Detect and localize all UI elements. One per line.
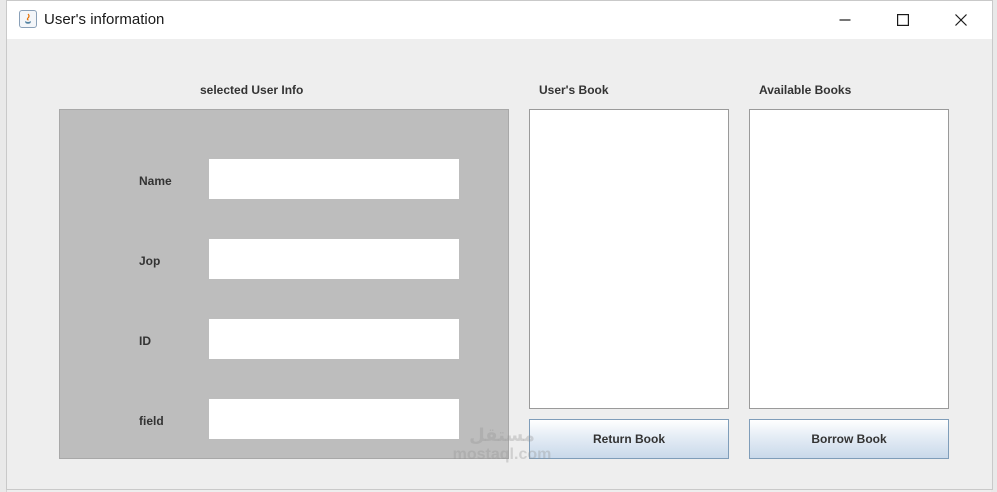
id-label: ID bbox=[139, 334, 151, 348]
user-info-heading: selected User Info bbox=[200, 83, 304, 97]
close-button[interactable] bbox=[938, 1, 984, 39]
job-field[interactable] bbox=[209, 239, 459, 279]
return-book-button[interactable]: Return Book bbox=[529, 419, 729, 459]
users-information-window: User's information selected User Info Us… bbox=[6, 0, 993, 490]
users-books-list[interactable] bbox=[529, 109, 729, 409]
job-label: Jop bbox=[139, 254, 161, 268]
available-books-heading: Available Books bbox=[759, 83, 852, 97]
maximize-button[interactable] bbox=[880, 1, 926, 39]
window-title: User's information bbox=[44, 11, 165, 28]
field-field[interactable] bbox=[209, 399, 459, 439]
window-content: selected User Info User's Book Available… bbox=[7, 39, 992, 491]
users-book-heading: User's Book bbox=[539, 83, 609, 97]
minimize-button[interactable] bbox=[822, 1, 868, 39]
available-books-list[interactable] bbox=[749, 109, 949, 409]
maximize-icon bbox=[897, 14, 909, 26]
field-label: field bbox=[139, 414, 164, 428]
title-bar[interactable]: User's information bbox=[7, 1, 992, 39]
java-app-icon bbox=[19, 10, 37, 28]
user-info-panel: Name Jop ID field bbox=[59, 109, 509, 459]
close-icon bbox=[955, 14, 967, 26]
minimize-icon bbox=[839, 19, 851, 21]
name-field[interactable] bbox=[209, 159, 459, 199]
name-label: Name bbox=[139, 174, 172, 188]
borrow-book-button[interactable]: Borrow Book bbox=[749, 419, 949, 459]
id-field[interactable] bbox=[209, 319, 459, 359]
